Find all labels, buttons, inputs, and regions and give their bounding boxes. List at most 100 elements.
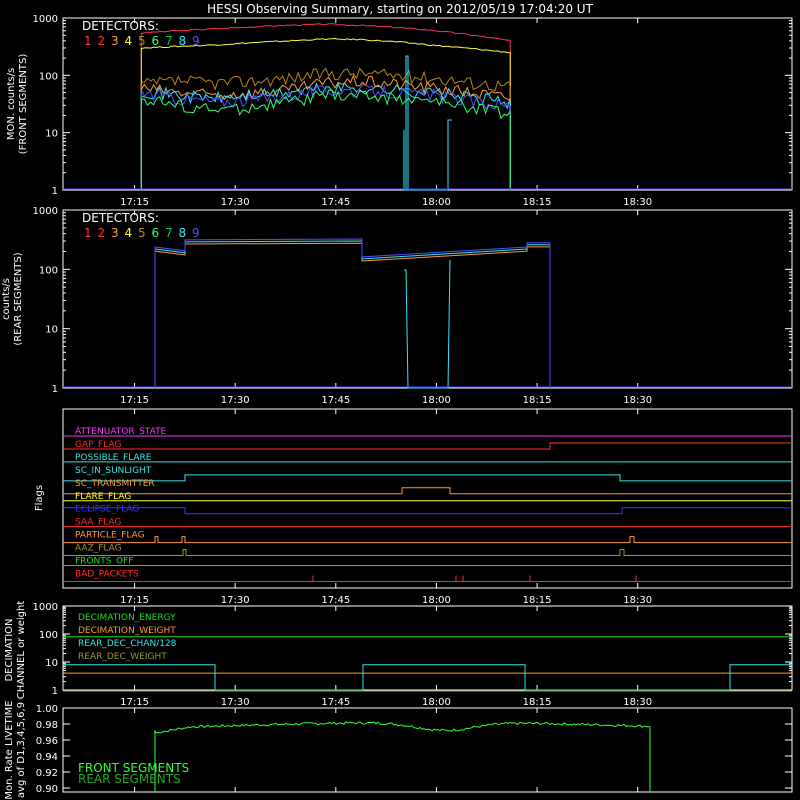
- time-tick-label: 17:45: [321, 595, 350, 606]
- y-tick-label: 1: [52, 686, 58, 697]
- time-tick-label: 17:15: [120, 395, 149, 406]
- flag-line: [63, 442, 792, 450]
- front-ylabel: (FRONT SEGMENTS): [18, 54, 29, 155]
- flag-label: POSSIBLE_FLARE: [75, 453, 152, 463]
- flag-label: SC_TRANSMITTER: [75, 479, 155, 489]
- rear-legend-label: 1: [84, 226, 92, 240]
- time-tick-label: 18:00: [422, 697, 451, 708]
- rear-series-line: [154, 238, 551, 388]
- flag-label: SAA_FLAG: [75, 518, 121, 528]
- flags-ylabel: Flags: [34, 485, 45, 511]
- front-legend-label: 9: [192, 34, 200, 48]
- livetime-ylabel: avg of D1,3,4,5,6,9: [16, 702, 27, 798]
- time-tick-label: 18:30: [623, 595, 652, 606]
- flag-label: GAP_FLAG: [75, 440, 121, 450]
- flag-label: PARTICLE_FLAG: [75, 531, 145, 541]
- observing-summary-plot: HESSI Observing Summary, starting on 201…: [1, 2, 793, 800]
- time-tick-label: 18:30: [623, 197, 652, 208]
- y-tick-label: 1: [52, 186, 58, 197]
- livetime-y-tick-label: 0.90: [36, 784, 58, 795]
- flag-label: ATTENUATOR_STATE: [75, 427, 167, 437]
- y-tick-label: 1: [52, 384, 58, 395]
- flag-line: [63, 507, 792, 515]
- rear-dec-chan-line: [63, 664, 792, 691]
- plot-title: HESSI Observing Summary, starting on 201…: [207, 2, 593, 16]
- front-legend-label: 5: [138, 34, 146, 48]
- rear-legend-label: 4: [125, 226, 133, 240]
- decimation-legend-label: REAR_DEC_WEIGHT: [78, 652, 167, 662]
- front-legend-label: 7: [165, 34, 173, 48]
- livetime-ylabel: Mon. Rate LIVETIME: [4, 700, 15, 799]
- front-legend-label: 3: [111, 34, 119, 48]
- rear-legend-label: 5: [138, 226, 146, 240]
- time-tick-label: 17:45: [321, 197, 350, 208]
- rear-det8-gap: [404, 259, 451, 389]
- front-det8-gap: [403, 55, 452, 191]
- front-legend-label: 2: [98, 34, 106, 48]
- time-tick-label: 18:00: [422, 197, 451, 208]
- rear-legend-label: 2: [98, 226, 106, 240]
- decimation-ylabel: CHANNEL or weight: [16, 601, 27, 700]
- time-tick-label: 17:45: [321, 395, 350, 406]
- livetime-legend-label: REAR SEGMENTS: [78, 772, 181, 786]
- time-tick-label: 18:15: [523, 697, 552, 708]
- decimation-legend-label: DECIMATION_ENERGY: [78, 613, 176, 623]
- front-legend-label: 6: [152, 34, 160, 48]
- rear-legend-title: DETECTORS:: [82, 211, 159, 225]
- y-tick-label: 1000: [33, 206, 58, 217]
- time-tick-label: 17:30: [221, 197, 250, 208]
- text-layer: 17:15 17:30 17:45 18:00 18:15 18:30 17:15 17:30…: [1, 14, 652, 800]
- time-tick-label: 17:15: [120, 595, 149, 606]
- rear-series-line: [154, 242, 551, 388]
- time-tick-label: 18:15: [523, 595, 552, 606]
- flag-line: [63, 575, 792, 582]
- front-legend-title: DETECTORS:: [82, 19, 159, 33]
- front-ylabel: MON. counts/s: [6, 68, 17, 140]
- y-tick-label: 1000: [33, 602, 58, 613]
- time-tick-label: 17:45: [321, 697, 350, 708]
- front-legend-label: 8: [179, 34, 187, 48]
- time-tick-label: 17:15: [120, 197, 149, 208]
- time-tick-label: 18:30: [623, 697, 652, 708]
- flag-label: FLARE_FLAG: [75, 492, 131, 502]
- y-tick-label: 10: [45, 325, 58, 336]
- rear-legend-label: 3: [111, 226, 119, 240]
- time-tick-label: 18:00: [422, 395, 451, 406]
- time-tick-label: 17:30: [221, 595, 250, 606]
- y-tick-label: 100: [39, 71, 58, 82]
- front-legend-label: 4: [125, 34, 133, 48]
- flag-label: BAD_PACKETS: [75, 569, 139, 579]
- flag-label: AAZ_FLAG: [75, 544, 122, 554]
- front-legend-label: 1: [84, 34, 92, 48]
- y-tick-label: 100: [39, 265, 58, 276]
- time-tick-label: 17:15: [120, 697, 149, 708]
- y-tick-label: 1000: [33, 14, 58, 25]
- rear-legend-label: 8: [179, 226, 187, 240]
- time-tick-label: 18:30: [623, 395, 652, 406]
- decimation-ylabel: DECIMATION: [4, 618, 15, 681]
- time-tick-label: 18:15: [523, 395, 552, 406]
- flag-label: FRONTS_OFF: [75, 557, 133, 567]
- livetime-y-tick-label: 0.98: [36, 720, 58, 731]
- livetime-front-line: [154, 721, 651, 792]
- livetime-y-tick-label: 0.94: [36, 752, 58, 763]
- flag-line: [63, 536, 792, 544]
- rear-legend-label: 6: [152, 226, 160, 240]
- rear-ylabel: (REAR SEGMENTS): [13, 252, 24, 345]
- time-tick-label: 18:15: [523, 197, 552, 208]
- time-tick-label: 17:30: [221, 697, 250, 708]
- rear-series-line: [154, 240, 551, 388]
- livetime-y-tick-label: 1.00: [36, 704, 58, 715]
- rear-legend-label: 7: [165, 226, 173, 240]
- time-tick-label: 18:00: [422, 595, 451, 606]
- flag-line: [63, 487, 792, 495]
- flag-line: [63, 474, 792, 482]
- decimation-legend-label: DECIMATION_WEIGHT: [78, 626, 176, 636]
- rear-ylabel: counts/s: [1, 278, 12, 320]
- y-tick-label: 10: [45, 129, 58, 140]
- y-tick-label: 100: [39, 630, 58, 641]
- y-tick-label: 10: [45, 658, 58, 669]
- livetime-y-tick-label: 0.96: [36, 736, 58, 747]
- livetime-y-tick-label: 0.92: [36, 768, 58, 779]
- flag-label: SC_IN_SUNLIGHT: [75, 466, 152, 476]
